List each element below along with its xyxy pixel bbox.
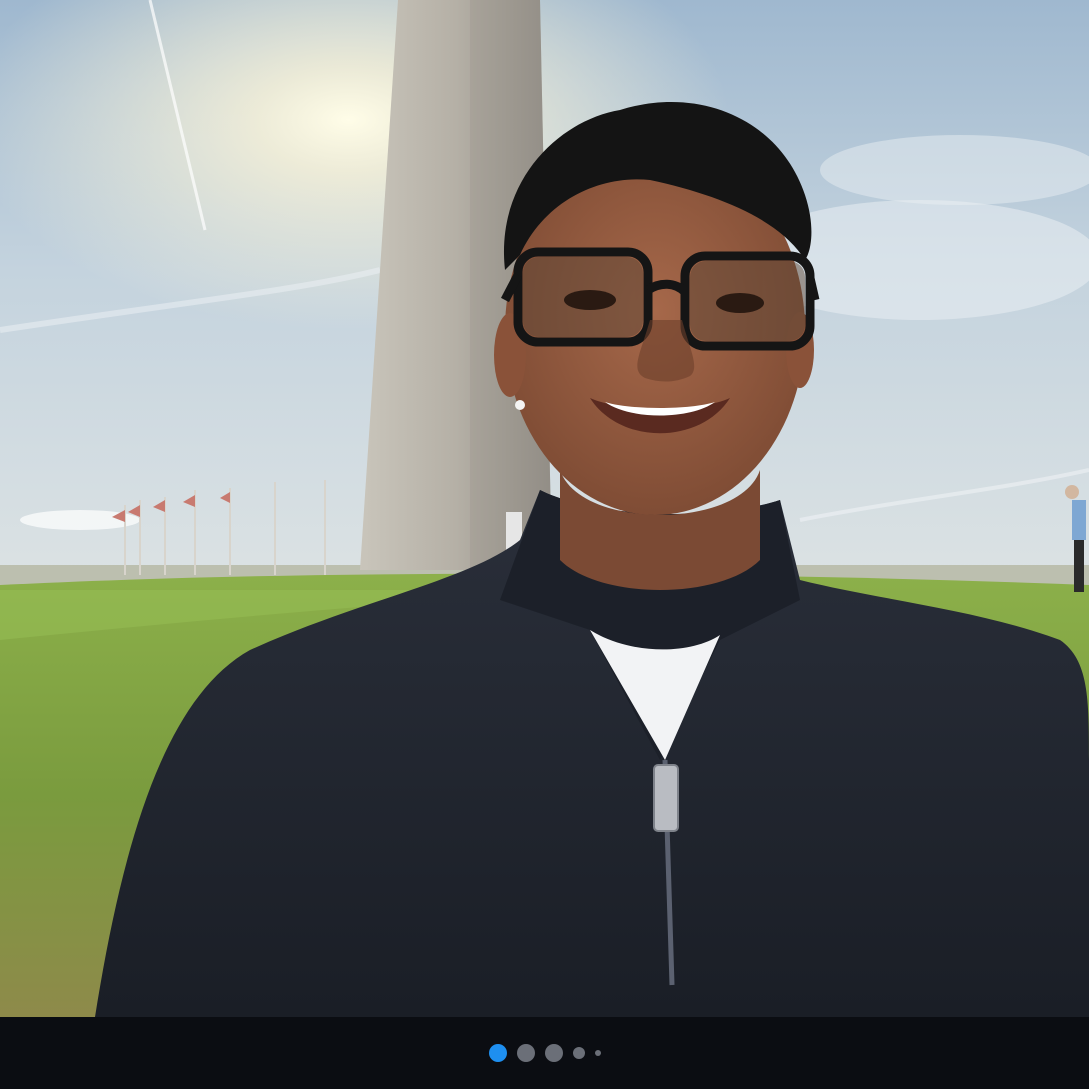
pagination-dot-1[interactable]: [488, 1044, 507, 1062]
pagination-dot-3[interactable]: [544, 1044, 563, 1062]
carousel-pagination: [0, 1017, 1089, 1089]
pagination-dot-4[interactable]: [572, 1047, 585, 1059]
photo-viewer: [0, 0, 1089, 1089]
photo-illustration: [0, 0, 1089, 1017]
carousel-photo[interactable]: [0, 0, 1089, 1017]
pagination-dot-2[interactable]: [516, 1044, 535, 1062]
pagination-dot-5[interactable]: [594, 1050, 601, 1056]
